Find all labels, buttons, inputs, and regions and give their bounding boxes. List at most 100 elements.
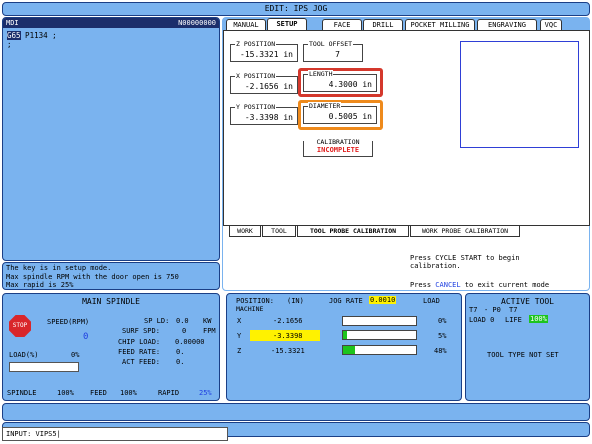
rapid-override-label: RAPID	[158, 389, 180, 397]
program-line[interactable]: ;	[7, 40, 57, 49]
subtab-work[interactable]: WORK	[229, 226, 261, 237]
cancel-post: to exit current mode	[460, 281, 550, 289]
tool-offset-field[interactable]: TOOL OFFSET 7	[303, 40, 363, 62]
position-title: POSITION:	[236, 297, 274, 305]
diameter-value: 0.5005 in	[328, 112, 372, 121]
surf-spd-unit: FPM	[203, 327, 216, 335]
pocket-number: - P0	[484, 306, 501, 314]
axis-load-bar	[342, 345, 417, 355]
surf-spd-label: SURF SPD:	[122, 327, 160, 335]
title-bar: EDIT: IPS JOG	[2, 2, 590, 16]
rapid-override-value: 25%	[199, 389, 212, 397]
sp-ld-unit: KW	[203, 317, 212, 325]
chip-load-label: CHIP LOAD:	[118, 338, 161, 346]
sp-ld-label: SP LD:	[144, 317, 170, 325]
jog-rate-label: JOG RATE	[329, 297, 363, 305]
length-value: 4.3000 in	[328, 80, 372, 89]
axis-value: -15.3321	[271, 347, 305, 355]
load-header: LOAD	[423, 297, 440, 305]
text-cursor: |	[56, 430, 61, 438]
cursor-code: G65	[7, 31, 21, 40]
axis-load-bar	[342, 330, 417, 340]
program-line-text: P1134 ;	[20, 31, 57, 40]
spindle-override-label: SPINDLE	[7, 389, 37, 397]
surf-spd-value: 0	[182, 327, 187, 335]
y-position-value: -3.3398 in	[244, 113, 293, 122]
tool-life-value: 100%	[529, 315, 548, 323]
axis-label: X	[237, 317, 242, 325]
axis-value: -2.1656	[273, 317, 303, 325]
axis-load-fill	[343, 331, 347, 339]
calibration-field: CALIBRATION INCOMPLETE	[303, 138, 373, 157]
axis-label: Z	[237, 347, 242, 355]
input-field[interactable]: INPUT: VIPS5|	[2, 427, 228, 441]
mdi-label: MDI	[6, 19, 19, 27]
y-position-field: Y POSITION -3.3398 in	[230, 103, 298, 125]
axis-load-bar	[342, 316, 417, 326]
speed-label: SPEED(RPM)	[47, 318, 90, 326]
length-label: LENGTH	[308, 70, 334, 78]
axis-label: Y	[237, 332, 242, 340]
axis-load-value: 48%	[434, 347, 447, 355]
feed-override-label: FEED	[90, 389, 107, 397]
position-units: (IN)	[287, 297, 304, 305]
message-pane: The key is in setup mode. Max spindle RP…	[2, 262, 220, 290]
input-label: INPUT:	[6, 430, 32, 438]
tool-number-alt: T7	[509, 306, 518, 314]
z-position-field: Z POSITION -15.3321 in	[230, 40, 298, 62]
feed-rate-value: 0.	[176, 348, 185, 356]
mdi-program-pane[interactable]: MDI N00000000 G65 P1134 ; ;	[2, 17, 220, 261]
program-line[interactable]: G65 P1134 ;	[7, 31, 57, 40]
diameter-label: DIAMETER	[308, 102, 342, 110]
message-line: The key is in setup mode.	[6, 264, 112, 272]
program-lines[interactable]: G65 P1134 ; ;	[7, 31, 57, 49]
jog-rate-value[interactable]: 0.0010	[369, 296, 397, 304]
x-position-value: -2.1656 in	[244, 82, 293, 91]
spindle-title: MAIN SPINDLE	[82, 297, 140, 306]
status-bar	[2, 403, 590, 421]
spindle-load-bar	[9, 362, 79, 372]
act-feed-label: ACT FEED:	[122, 358, 160, 366]
axis-load-fill	[343, 346, 356, 354]
diameter-field[interactable]: DIAMETER 0.5005 in	[303, 102, 377, 124]
tool-number: T7	[469, 306, 478, 314]
act-feed-value: 0.	[176, 358, 185, 366]
instruction-line: Press CYCLE START to begin	[410, 254, 520, 262]
subtab-tool-probe-calibration[interactable]: TOOL PROBE CALIBRATION	[297, 226, 409, 237]
cancel-pre: Press	[410, 281, 436, 289]
axis-load-value: 5%	[438, 332, 447, 340]
message-line: Max rapid is 25%	[6, 281, 74, 289]
input-value: VIPS5	[35, 430, 57, 438]
z-position-label: Z POSITION	[235, 40, 277, 48]
feed-override-value: 100%	[120, 389, 137, 397]
axis-load-value: 0%	[438, 317, 447, 325]
mdi-header: MDI N00000000	[3, 18, 219, 28]
message-line: Max spindle RPM with the door open is 75…	[6, 272, 179, 281]
position-coordinate-system: MACHINE	[236, 305, 264, 313]
subtab-work-probe-calibration[interactable]: WORK PROBE CALIBRATION	[410, 226, 520, 237]
tool-offset-label: TOOL OFFSET	[308, 40, 354, 48]
tool-preview	[460, 41, 579, 148]
cancel-instruction: Press CANCEL to exit current mode	[410, 281, 549, 289]
chip-load-value: 0.00000	[175, 338, 205, 346]
active-tool-title: ACTIVE TOOL	[501, 297, 554, 306]
calibration-label: CALIBRATION	[304, 138, 372, 146]
tool-offset-value: 7	[335, 50, 340, 59]
speed-value: 0	[83, 332, 89, 342]
load-label: LOAD(%)	[9, 351, 39, 359]
axis-value: -3.3398	[273, 332, 303, 340]
feed-rate-label: FEED RATE:	[118, 348, 161, 356]
instruction-line: calibration.	[410, 262, 461, 270]
length-field[interactable]: LENGTH 4.3000 in	[303, 70, 377, 92]
tool-type: TOOL TYPE NOT SET	[487, 351, 559, 359]
calibration-status: INCOMPLETE	[316, 146, 360, 154]
spindle-override-value: 100%	[57, 389, 74, 397]
tool-life-label: LIFE	[505, 316, 522, 324]
y-position-label: Y POSITION	[235, 103, 277, 111]
program-line-text: ;	[7, 40, 12, 49]
load-value: 0%	[71, 351, 80, 359]
cancel-key: CANCEL	[435, 281, 461, 289]
window-title: EDIT: IPS JOG	[264, 4, 328, 13]
sp-ld-value: 0.0	[176, 317, 189, 325]
subtab-tool[interactable]: TOOL	[262, 226, 296, 237]
